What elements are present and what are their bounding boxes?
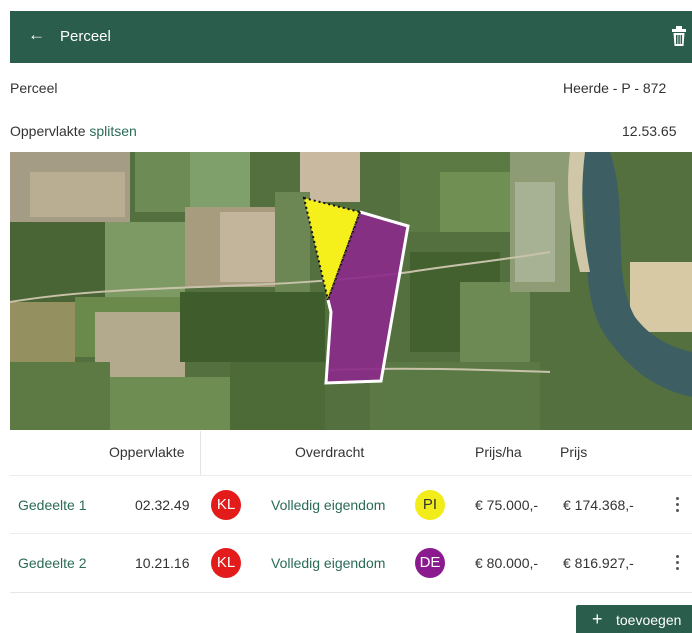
- row-price-ha: € 80.000,-: [475, 555, 539, 571]
- perceel-label: Perceel: [10, 80, 58, 96]
- page-title: Perceel: [60, 28, 111, 45]
- row-area: 10.21.16: [135, 555, 190, 571]
- more-vert-icon[interactable]: [672, 495, 682, 513]
- perceel-row: Perceel Heerde - P - 872: [10, 79, 692, 97]
- row-name[interactable]: Gedeelte 1: [18, 496, 87, 514]
- col-header-price-ha: Prijs/ha: [475, 444, 522, 460]
- area-row: Oppervlakte splitsen 12.53.65: [10, 122, 692, 140]
- more-vert-icon[interactable]: [672, 553, 682, 571]
- split-link[interactable]: splitsen: [89, 123, 136, 139]
- add-button-label: toevoegen: [616, 612, 682, 628]
- row-transfer[interactable]: Volledig eigendom: [271, 554, 385, 572]
- row-price: € 174.368,-: [563, 497, 634, 513]
- owner-badge[interactable]: KL: [211, 490, 241, 520]
- buyer-badge[interactable]: DE: [415, 548, 445, 578]
- row-price-ha: € 75.000,-: [475, 497, 539, 513]
- row-name[interactable]: Gedeelte 2: [18, 554, 87, 572]
- plus-icon: +: [592, 609, 603, 629]
- owner-badge[interactable]: KL: [211, 548, 241, 578]
- arrow-left-icon[interactable]: ←: [28, 25, 45, 45]
- column-divider: [200, 431, 201, 475]
- row-transfer[interactable]: Volledig eigendom: [271, 496, 385, 514]
- table-header: Oppervlakte Overdracht Prijs/ha Prijs: [10, 431, 692, 475]
- area-label: Oppervlakte: [10, 123, 90, 139]
- trash-icon[interactable]: [672, 25, 686, 47]
- add-button[interactable]: + toevoegen: [576, 605, 692, 633]
- table-row[interactable]: Gedeelte 1 02.32.49 KL Volledig eigendom…: [10, 475, 692, 533]
- divider: [10, 592, 692, 593]
- col-header-price: Prijs: [560, 444, 588, 460]
- area-value: 12.53.65: [622, 123, 677, 139]
- perceel-value: Heerde - P - 872: [563, 80, 667, 96]
- table-row[interactable]: Gedeelte 2 10.21.16 KL Volledig eigendom…: [10, 533, 692, 591]
- row-area: 02.32.49: [135, 497, 190, 513]
- parcel-map[interactable]: [10, 152, 692, 430]
- app-bar: ← Perceel: [10, 11, 692, 63]
- col-header-transfer: Overdracht: [295, 444, 365, 460]
- buyer-badge[interactable]: PI: [415, 490, 445, 520]
- col-header-area: Oppervlakte: [109, 444, 185, 460]
- row-price: € 816.927,-: [563, 555, 634, 571]
